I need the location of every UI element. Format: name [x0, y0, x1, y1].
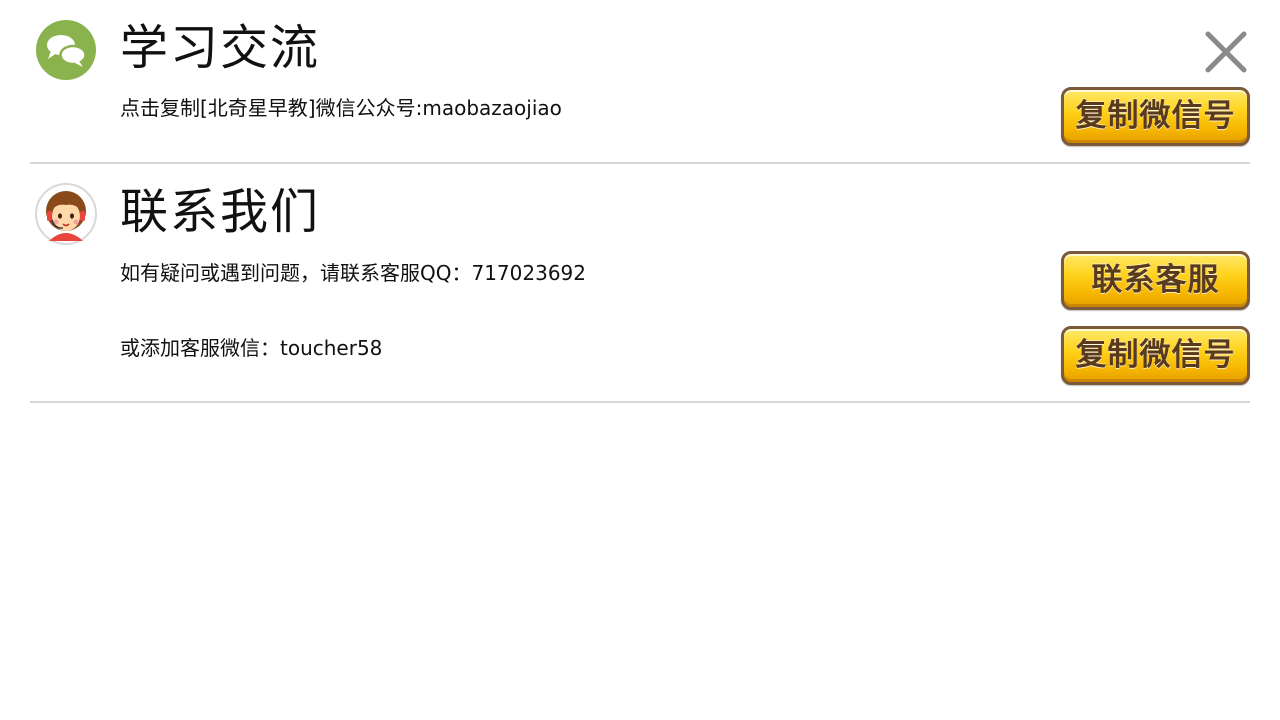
- contact-service-button[interactable]: 联系客服: [1061, 251, 1250, 310]
- customer-service-icon: [35, 183, 97, 245]
- contact-section: 联系我们 如有疑问或遇到问题，请联系客服QQ：717023692 联系客服 或添…: [0, 0, 1280, 405]
- section-divider-bottom: [30, 401, 1250, 403]
- contact-title: 联系我们: [120, 184, 321, 240]
- contact-dialog: 学习交流 点击复制[北奇星早教]微信公众号:maobazaojiao 复制微信号: [0, 0, 1280, 720]
- contact-wechat-text: 或添加客服微信：toucher58: [120, 336, 383, 360]
- contact-qq-text: 如有疑问或遇到问题，请联系客服QQ：717023692: [120, 261, 587, 285]
- copy-service-wechat-button[interactable]: 复制微信号: [1061, 326, 1250, 385]
